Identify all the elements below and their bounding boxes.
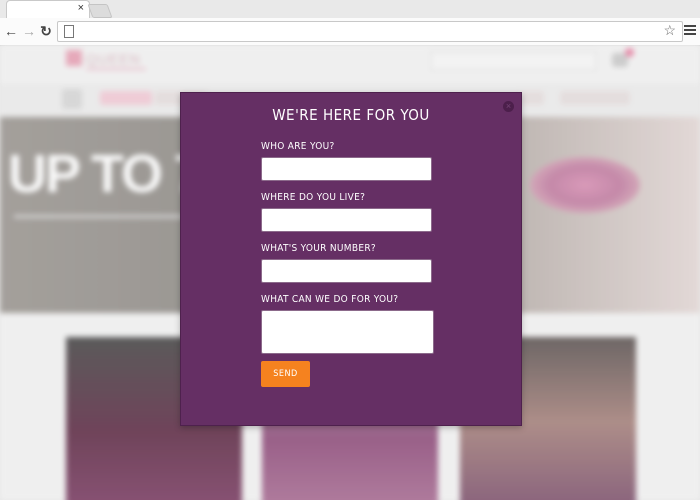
contact-modal: WE'RE HERE FOR YOU × WHO ARE YOU? WHERE … [180, 92, 522, 426]
name-input[interactable] [261, 157, 432, 181]
back-arrow-icon[interactable]: ← [2, 22, 20, 40]
star-icon[interactable]: ☆ [663, 22, 676, 39]
hamburger-menu-icon[interactable] [684, 23, 696, 37]
name-label: WHO ARE YOU? [261, 141, 335, 152]
new-tab-button[interactable] [87, 4, 113, 18]
forward-arrow-icon[interactable]: → [20, 22, 38, 40]
close-icon[interactable]: × [503, 101, 514, 112]
address-bar[interactable]: ☆ [57, 21, 683, 42]
modal-title: WE'RE HERE FOR YOU [272, 106, 430, 124]
browser-toolbar: ← → ↻ ☆ [0, 18, 700, 46]
location-input[interactable] [261, 208, 432, 232]
phone-input[interactable] [261, 259, 432, 283]
phone-label: WHAT'S YOUR NUMBER? [261, 243, 376, 254]
tab-strip: × [0, 0, 700, 18]
location-label: WHERE DO YOU LIVE? [261, 192, 366, 203]
message-textarea[interactable] [261, 310, 434, 354]
send-button[interactable]: SEND [261, 361, 310, 387]
browser-tab[interactable]: × [6, 0, 90, 18]
message-label: WHAT CAN WE DO FOR YOU? [261, 294, 399, 305]
tab-close-icon[interactable]: × [78, 2, 84, 14]
page-icon [64, 25, 74, 38]
reload-icon[interactable]: ↻ [37, 22, 55, 40]
